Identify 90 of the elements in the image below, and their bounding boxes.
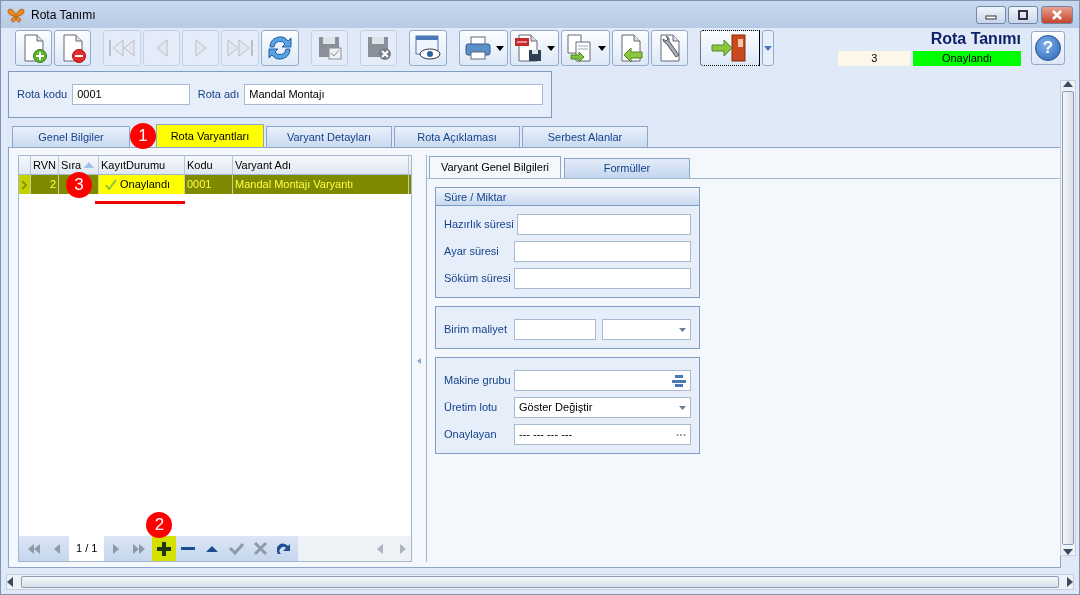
field-label: Birim maliyet: [444, 322, 508, 338]
check-icon: [105, 179, 117, 190]
exit-button[interactable]: [700, 30, 760, 66]
text-field[interactable]: [514, 319, 596, 340]
nav-next-icon: [112, 542, 121, 555]
text-field[interactable]: [516, 214, 691, 235]
tab[interactable]: Formüller: [564, 158, 690, 178]
column-header[interactable]: KayıtDurumu: [99, 156, 185, 174]
field-label: Rota kodu: [17, 87, 68, 103]
delete-button[interactable]: [54, 30, 91, 66]
scroll-left-icon: [377, 543, 383, 554]
scroll-down-icon: [1063, 549, 1073, 555]
text-field[interactable]: Mandal Montajı: [244, 84, 543, 105]
import-button[interactable]: [612, 30, 649, 66]
scroll-right-icon: [1067, 577, 1073, 587]
scroll-left-icon: [7, 577, 13, 587]
field-label: Rota adı: [197, 87, 240, 103]
field-label: Söküm süresi: [444, 271, 512, 287]
close-button[interactable]: [1041, 5, 1073, 24]
tab[interactable]: Rota Varyantları: [156, 124, 264, 147]
column-header[interactable]: Kodu: [185, 156, 233, 174]
status-cell: Onaylandı: [99, 175, 185, 194]
table-cell: 2: [31, 175, 59, 194]
restore-button[interactable]: [1008, 5, 1039, 24]
column-header[interactable]: Varyant Adı: [233, 156, 409, 174]
dropdown-field[interactable]: [601, 319, 691, 340]
sort-arrow-icon: [84, 162, 95, 168]
caret-icon: [598, 45, 606, 51]
printer-icon: [463, 34, 493, 62]
nav-add-button[interactable]: [152, 536, 177, 561]
preview-icon: [413, 33, 443, 63]
splitter-arrow-icon: [417, 358, 421, 364]
tab[interactable]: Genel Bilgiler: [12, 126, 130, 147]
tab[interactable]: Rota Açıklaması: [394, 126, 520, 147]
tab[interactable]: Varyant Detayları: [266, 126, 392, 147]
butterfly-icon: [7, 6, 25, 23]
text-field[interactable]: --- --- --- ---: [514, 424, 691, 445]
callout-marker: 1: [130, 122, 156, 149]
window-title: Rota Tanımı: [31, 6, 96, 24]
caret-icon: [764, 45, 772, 51]
dropdown-field[interactable]: Göster Değiştir: [514, 397, 691, 418]
form-title: Rota Tanımı: [930, 30, 1021, 49]
scrollbar-thumb[interactable]: [1062, 91, 1074, 545]
page-indicator: 1 / 1: [69, 536, 105, 561]
nav-previous-icon: [53, 542, 61, 555]
status-label: Onaylandı: [913, 50, 1021, 66]
new-button[interactable]: [15, 30, 52, 66]
tab[interactable]: Varyant Genel Bilgileri: [429, 156, 561, 178]
caret-icon: [496, 45, 504, 51]
field-label: Makine grubu: [444, 373, 512, 389]
field-label: Hazırlık süresi: [444, 217, 515, 233]
text-field[interactable]: [514, 268, 691, 289]
up-triangle-icon: [205, 544, 220, 553]
text-field[interactable]: 0001: [72, 84, 190, 105]
ellipsis-icon: [676, 432, 686, 437]
scroll-right-icon: [399, 543, 406, 554]
table-cell: Mandal Montajı Varyantı: [233, 175, 409, 194]
tools-button[interactable]: [651, 30, 688, 66]
pdf-save-icon: [514, 33, 544, 63]
field-label: Onaylayan: [444, 427, 498, 443]
check-icon: [228, 542, 245, 555]
dropdown-arrow-icon: [679, 405, 686, 410]
plus-icon: [156, 540, 173, 557]
refresh-button[interactable]: [261, 30, 299, 66]
pdf-button[interactable]: [510, 30, 559, 66]
refresh-icon: [265, 33, 295, 63]
dropdown-button[interactable]: [762, 30, 774, 66]
table-cell: 0001: [185, 175, 233, 194]
record-number: 3: [838, 50, 911, 66]
print-button[interactable]: [459, 30, 508, 66]
text-field[interactable]: [514, 241, 691, 262]
group-title: Süre / Miktar: [436, 188, 699, 206]
preview-button[interactable]: [409, 30, 447, 66]
scroll-up-icon: [1063, 81, 1073, 87]
redo-icon: [276, 542, 292, 555]
row-pointer-icon: [21, 180, 27, 189]
close-icon: [1051, 9, 1063, 20]
caret-icon: [547, 45, 555, 51]
minus-icon: [180, 546, 197, 551]
row-indicator[interactable]: [19, 175, 31, 194]
hierarchy-icon: [672, 374, 686, 387]
tab[interactable]: Serbest Alanlar: [522, 126, 648, 147]
lookup-field[interactable]: [514, 370, 691, 391]
restore-icon: [1017, 9, 1030, 20]
field-label: Ayar süresi: [444, 244, 500, 260]
scrollbar-thumb[interactable]: [21, 576, 1059, 588]
dropdown-arrow-icon: [679, 327, 686, 332]
column-header[interactable]: RVN: [31, 156, 59, 174]
field-label: Üretim lotu: [444, 400, 499, 416]
cross-icon: [252, 541, 268, 556]
